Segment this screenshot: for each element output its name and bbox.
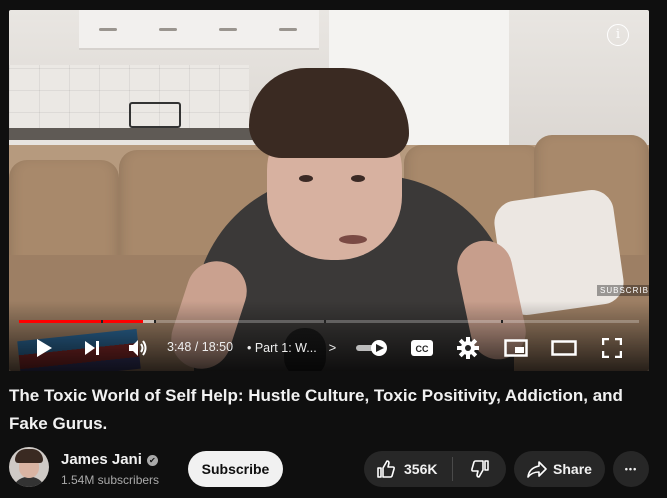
chapter-marker [501,320,503,323]
share-icon [527,461,547,478]
scene-dish-rack [129,102,181,128]
channel-avatar[interactable] [9,447,49,487]
theater-icon[interactable] [551,335,577,361]
chapter-marker [101,320,103,323]
avatar-hair [15,449,43,463]
progress-bar[interactable] [19,320,639,323]
volume-icon[interactable] [125,335,151,361]
thumbs-down-icon [470,460,489,478]
autoplay-toggle[interactable] [354,335,390,361]
chapter-marker [324,320,326,323]
more-icon: ••• [624,464,638,474]
subscriber-count: 1.54M subscribers [61,473,160,487]
like-dislike-group: 356K [364,451,506,487]
scene-mouth [339,235,367,244]
share-button[interactable]: Share [514,451,605,487]
channel-name-label: James Jani [61,451,142,468]
video-player[interactable]: SUBSCRIBE i 3:48 / 18:50 • Part 1: W... >… [9,10,649,371]
scene-eye [351,175,365,182]
cc-icon[interactable]: CC [409,335,435,361]
thumbs-up-icon [377,460,395,478]
settings-icon[interactable] [455,335,481,361]
chapter-label: • Part 1: W... [247,341,317,355]
miniplayer-icon[interactable] [503,335,529,361]
svg-text:CC: CC [416,344,429,354]
player-controls: 3:48 / 18:50 • Part 1: W... > CC [9,325,649,371]
progress-played [19,320,143,323]
dislike-button[interactable] [453,451,506,487]
info-icon[interactable]: i [607,24,629,46]
subscribe-button[interactable]: Subscribe [188,451,283,487]
scene-cabinet [79,10,319,50]
like-button[interactable]: 356K [364,451,452,487]
fullscreen-icon[interactable] [599,335,625,361]
chapter-marker [154,320,156,323]
chevron-right-icon: > [328,340,337,355]
subscribe-watermark: SUBSCRIBE [597,285,649,296]
verified-badge-icon: ✔ [146,455,158,466]
play-icon[interactable] [31,335,57,361]
more-actions-button[interactable]: ••• [613,451,649,487]
share-label: Share [553,461,592,477]
channel-name[interactable]: James Jani ✔ [61,451,158,468]
next-icon[interactable] [79,335,105,361]
like-count: 356K [404,461,438,477]
scene-eye [299,175,313,182]
time-display: 3:48 / 18:50 [167,340,234,354]
chapter-title[interactable]: • Part 1: W... > [247,340,336,355]
avatar-shirt [13,477,45,487]
video-title: The Toxic World of Self Help: Hustle Cul… [9,386,623,433]
